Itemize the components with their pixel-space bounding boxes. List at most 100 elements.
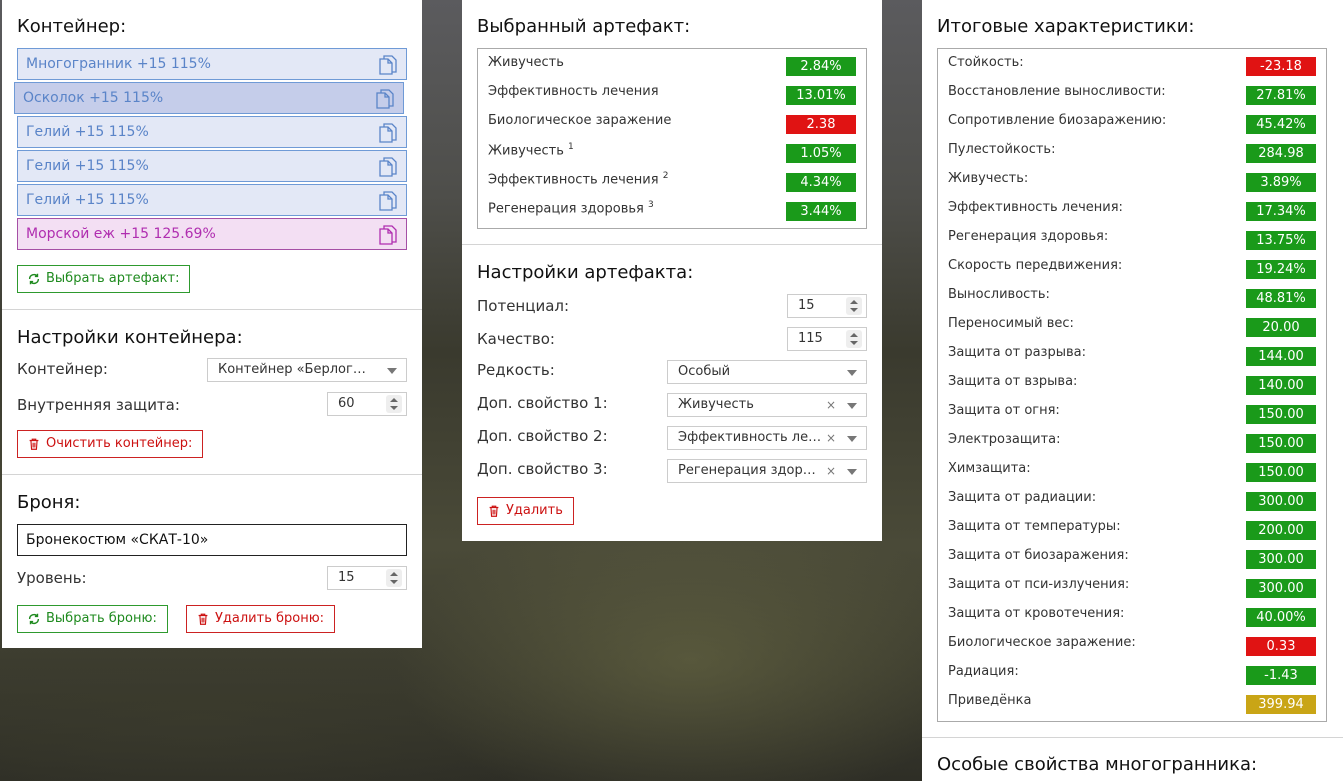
stat-name: Биологическое заражение bbox=[488, 113, 671, 128]
prop3-select[interactable]: Регенерация здор… × bbox=[667, 459, 867, 483]
prop1-select[interactable]: Живучесть × bbox=[667, 393, 867, 417]
copy-icon[interactable] bbox=[378, 190, 398, 212]
spinner-icon[interactable] bbox=[386, 569, 402, 587]
armor-name-field[interactable]: Бронекостюм «СКАТ-10» bbox=[17, 524, 407, 556]
stat-value: 150.00 bbox=[1246, 434, 1316, 453]
clear-container-button[interactable]: Очистить контейнер: bbox=[17, 430, 204, 458]
stat-name: Живучесть bbox=[488, 55, 564, 70]
container-item[interactable]: Осколок +15 115% bbox=[14, 82, 404, 114]
copy-icon[interactable] bbox=[378, 54, 398, 76]
middle-panel: Выбранный артефакт: Живучесть 2.84% Эффект… bbox=[462, 0, 882, 541]
clear-icon[interactable]: × bbox=[826, 460, 836, 482]
stat-name-text: Радиация: bbox=[948, 664, 1019, 679]
container-item[interactable]: Гелий +15 115% bbox=[17, 184, 407, 216]
stat-row: Живучесть 1 1.05% bbox=[478, 136, 866, 165]
delete-artifact-button[interactable]: Удалить bbox=[477, 497, 574, 525]
protection-input[interactable]: 60 bbox=[327, 392, 407, 416]
clear-icon[interactable]: × bbox=[826, 427, 836, 449]
stat-name-text: Эффективность лечения bbox=[488, 172, 659, 188]
rarity-select[interactable]: Особый bbox=[667, 360, 867, 384]
stat-value: 300.00 bbox=[1246, 550, 1316, 569]
stat-name: Эффективность лечения 2 bbox=[488, 171, 668, 187]
spinner-icon[interactable] bbox=[846, 330, 862, 348]
copy-icon[interactable] bbox=[378, 156, 398, 178]
copy-icon[interactable] bbox=[375, 88, 395, 110]
stat-name-text: Биологическое заражение: bbox=[948, 635, 1136, 650]
stat-value: 17.34% bbox=[1246, 202, 1316, 221]
copy-icon[interactable] bbox=[378, 224, 398, 246]
prop2-label: Доп. свойство 2: bbox=[477, 427, 608, 445]
stat-name: Эффективность лечения: bbox=[948, 200, 1123, 215]
clear-icon[interactable]: × bbox=[826, 394, 836, 416]
container-item[interactable]: Многогранник +15 115% bbox=[17, 48, 407, 80]
left-panel: Контейнер: Многогранник +15 115% Осколок … bbox=[2, 0, 422, 648]
stat-name-text: Переносимый вес: bbox=[948, 316, 1074, 331]
stat-name-text: Электрозащита: bbox=[948, 432, 1061, 447]
armor-level-input[interactable]: 15 bbox=[327, 566, 407, 590]
stat-value: 3.89% bbox=[1246, 173, 1316, 192]
stat-name: Радиация: bbox=[948, 664, 1019, 679]
refresh-icon bbox=[28, 273, 40, 285]
stat-name: Живучесть 1 bbox=[488, 142, 574, 158]
stat-name-text: Защита от разрыва: bbox=[948, 345, 1086, 360]
totals-title: Итоговые характеристики: bbox=[937, 16, 1195, 37]
stat-row: Химзащита: 150.00 bbox=[938, 455, 1326, 484]
stat-row: Стойкость: -23.18 bbox=[938, 49, 1326, 78]
stat-row: Переносимый вес: 20.00 bbox=[938, 310, 1326, 339]
stat-name: Защита от температуры: bbox=[948, 519, 1121, 534]
totals-stats: Стойкость: -23.18 Восстановление выносливо… bbox=[937, 48, 1327, 722]
stat-name: Защита от радиации: bbox=[948, 490, 1096, 505]
container-item-label: Гелий +15 115% bbox=[26, 158, 149, 174]
protection-label: Внутренняя защита: bbox=[17, 396, 180, 414]
stat-name: Защита от взрыва: bbox=[948, 374, 1077, 389]
quality-input[interactable]: 115 bbox=[787, 327, 867, 351]
stat-name: Живучесть: bbox=[948, 171, 1028, 186]
stat-name-text: Регенерация здоровья bbox=[488, 201, 644, 217]
stat-row: Живучесть 2.84% bbox=[478, 49, 866, 78]
stat-name-text: Защита от пси-излучения: bbox=[948, 577, 1130, 592]
stat-value: 45.42% bbox=[1246, 115, 1316, 134]
container-item-label: Многогранник +15 115% bbox=[26, 56, 211, 72]
trash-icon bbox=[29, 438, 39, 450]
choose-armor-button[interactable]: Выбрать броню: bbox=[17, 605, 168, 633]
stat-name-text: Регенерация здоровья: bbox=[948, 229, 1109, 244]
stat-value: 0.33 bbox=[1246, 637, 1316, 656]
container-item[interactable]: Гелий +15 115% bbox=[17, 150, 407, 182]
container-select[interactable]: Контейнер «Берлога… bbox=[207, 358, 407, 382]
container-item[interactable]: Морской еж +15 125.69% bbox=[17, 218, 407, 250]
stat-row: Защита от радиации: 300.00 bbox=[938, 484, 1326, 513]
stat-row: Скорость передвижения: 19.24% bbox=[938, 252, 1326, 281]
chevron-down-icon bbox=[847, 469, 857, 475]
container-item-label: Осколок +15 115% bbox=[23, 90, 164, 106]
spinner-icon[interactable] bbox=[386, 395, 402, 413]
stat-value: 4.34% bbox=[786, 173, 856, 192]
container-item-label: Морской еж +15 125.69% bbox=[26, 226, 216, 242]
copy-icon[interactable] bbox=[378, 122, 398, 144]
stat-value: 27.81% bbox=[1246, 86, 1316, 105]
armor-section: Броня: Бронекостюм «СКАТ-10» Уровень: 15… bbox=[2, 475, 422, 647]
potential-input[interactable]: 15 bbox=[787, 294, 867, 318]
container-item[interactable]: Гелий +15 115% bbox=[17, 116, 407, 148]
stat-name: Сопротивление биозаражению: bbox=[948, 113, 1166, 128]
stat-row: Эффективность лечения: 17.34% bbox=[938, 194, 1326, 223]
stat-row: Защита от взрыва: 140.00 bbox=[938, 368, 1326, 397]
stat-name-text: Пулестойкость: bbox=[948, 142, 1056, 157]
stat-name: Выносливость: bbox=[948, 287, 1050, 302]
stat-row: Живучесть: 3.89% bbox=[938, 165, 1326, 194]
stat-name-text: Сопротивление биозаражению: bbox=[948, 113, 1167, 128]
choose-artifact-button[interactable]: Выбрать артефакт: bbox=[17, 265, 191, 293]
chevron-down-icon bbox=[847, 436, 857, 442]
stat-value: 300.00 bbox=[1246, 579, 1316, 598]
spinner-icon[interactable] bbox=[846, 297, 862, 315]
stat-value: 140.00 bbox=[1246, 376, 1316, 395]
stat-name-text: Выносливость: bbox=[948, 287, 1050, 302]
prop2-select[interactable]: Эффективность ле… × bbox=[667, 426, 867, 450]
delete-armor-button[interactable]: Удалить броню: bbox=[186, 605, 336, 633]
container-settings-section: Настройки контейнера: Контейнер: Контейн… bbox=[2, 310, 422, 475]
stat-value: 150.00 bbox=[1246, 405, 1316, 424]
special-properties-title: Особые свойства многогранника: bbox=[937, 754, 1258, 775]
stat-name-text: Живучесть bbox=[488, 143, 564, 159]
stat-value: 13.75% bbox=[1246, 231, 1316, 250]
stat-value: 399.94 bbox=[1246, 695, 1316, 714]
container-title: Контейнер: bbox=[17, 16, 127, 37]
